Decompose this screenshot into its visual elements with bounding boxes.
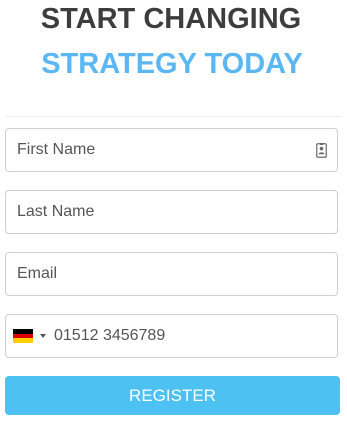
email-field bbox=[5, 252, 338, 296]
last-name-field bbox=[5, 190, 338, 234]
headline-line-1: START CHANGING bbox=[40, 3, 302, 35]
contact-card-icon bbox=[316, 143, 327, 158]
first-name-input[interactable] bbox=[6, 129, 337, 171]
email-input[interactable] bbox=[6, 253, 337, 295]
headline-line-2: STRATEGY TODAY bbox=[41, 48, 303, 80]
first-name-field bbox=[5, 128, 338, 172]
divider bbox=[5, 116, 341, 117]
phone-field bbox=[5, 314, 338, 358]
last-name-input[interactable] bbox=[6, 191, 337, 233]
register-button[interactable]: REGISTER bbox=[5, 376, 340, 415]
phone-input[interactable] bbox=[6, 315, 337, 357]
